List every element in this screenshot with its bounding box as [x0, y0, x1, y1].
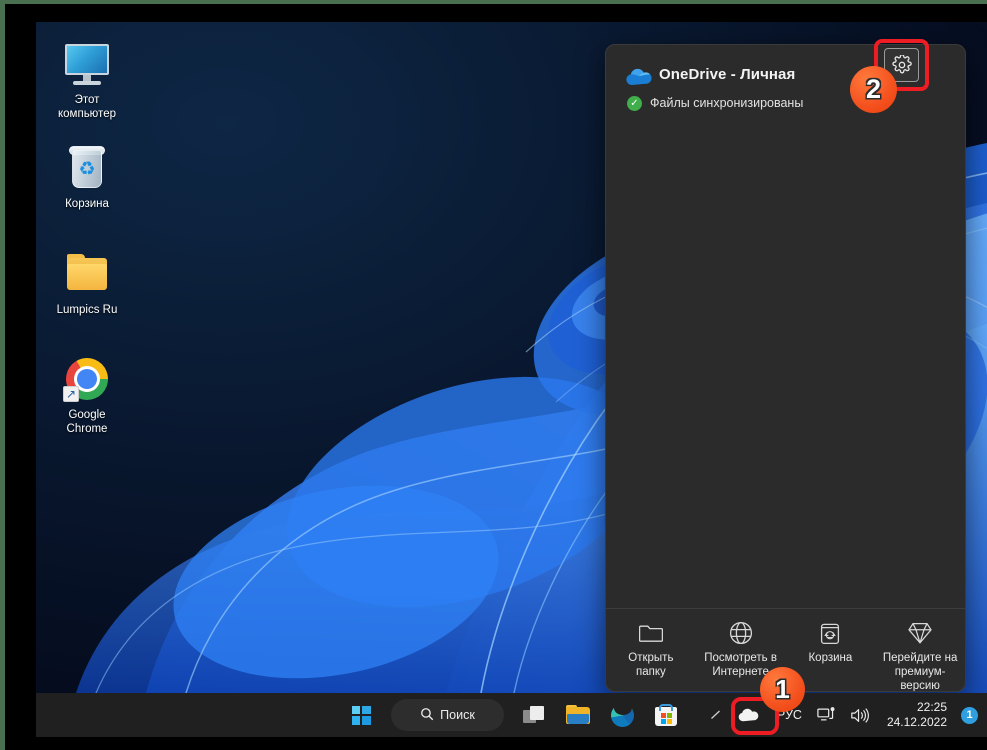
action-label-line1: Перейдите на: [882, 652, 958, 664]
clock-time: 22:25: [916, 700, 947, 714]
onedrive-account-title: OneDrive - Личная: [659, 66, 796, 83]
task-view-icon: [523, 706, 545, 724]
onedrive-flyout-panel[interactable]: OneDrive - Личная ✓ Файлы синхронизирова…: [605, 44, 966, 692]
notification-count-badge: 1: [961, 706, 978, 724]
desktop-icon-google-chrome[interactable]: ↗ Google Chrome: [44, 355, 130, 436]
search-icon: [420, 707, 434, 724]
taskbar-center-group: Поиск: [339, 693, 688, 737]
action-label-line1: Открыть: [628, 652, 674, 664]
microsoft-store-button[interactable]: [644, 695, 688, 735]
desktop-icon-label: Google: [68, 409, 106, 421]
globe-icon: [698, 621, 784, 647]
step-marker-2: 2: [850, 66, 897, 113]
windows-logo-icon: [351, 705, 371, 725]
action-label-line2: премиум-: [894, 666, 946, 678]
chevron-up-icon: [710, 710, 720, 719]
task-view-button[interactable]: [512, 695, 556, 735]
file-explorer-button[interactable]: [556, 695, 600, 735]
desktop[interactable]: Этот компьютер ♻ Корзина Lumpics Ru ↗ Go…: [36, 22, 987, 693]
onedrive-activity-list: [606, 141, 965, 610]
search-button[interactable]: Поиск: [391, 699, 504, 731]
taskbar[interactable]: Поиск РУС 22:25 24.12.2022 1: [36, 693, 987, 737]
store-icon: [655, 704, 677, 726]
desktop-icon-label: Этот: [74, 94, 100, 106]
green-check-icon: ✓: [627, 96, 642, 111]
desktop-icon-this-pc[interactable]: Этот компьютер: [44, 40, 130, 121]
step-marker-1: 1: [760, 667, 805, 712]
monitor-icon: [63, 40, 111, 88]
desktop-icon-recycle-bin[interactable]: ♻ Корзина: [44, 144, 130, 211]
folder-outline-icon: [608, 621, 694, 647]
screenshot-frame: Этот компьютер ♻ Корзина Lumpics Ru ↗ Go…: [0, 0, 987, 750]
folder-icon: [63, 250, 111, 298]
desktop-icon-lumpics-folder[interactable]: Lumpics Ru: [44, 250, 130, 317]
action-label-line1: Корзина: [808, 652, 853, 664]
desktop-icon-label: Lumpics Ru: [56, 304, 118, 316]
diamond-icon: [877, 621, 963, 647]
tray-volume-button[interactable]: [843, 697, 877, 733]
onedrive-go-premium-button[interactable]: Перейдите на премиум- версию: [877, 621, 963, 692]
notification-center-button[interactable]: 1: [955, 697, 984, 733]
recycle-bin-icon: ♻: [63, 144, 111, 192]
trash-recycle-icon: [787, 621, 873, 647]
action-label-line1: Посмотреть в: [704, 652, 777, 664]
tray-network-button[interactable]: [810, 697, 843, 733]
clock-date: 24.12.2022: [886, 715, 947, 729]
tray-overflow-button[interactable]: [703, 697, 729, 733]
action-label-line2: Интернете: [712, 666, 769, 678]
onedrive-status-text: Файлы синхронизированы: [650, 96, 804, 110]
desktop-icon-label: Корзина: [65, 198, 109, 210]
onedrive-recycle-bin-button[interactable]: Корзина: [787, 621, 873, 665]
clock-button[interactable]: 22:25 24.12.2022: [877, 700, 955, 730]
shortcut-arrow-icon: ↗: [63, 386, 79, 402]
volume-icon: [851, 707, 869, 723]
file-explorer-icon: [566, 705, 590, 725]
microsoft-edge-button[interactable]: [600, 695, 644, 735]
search-label: Поиск: [440, 708, 475, 722]
onedrive-cloud-icon: [626, 68, 652, 86]
letterbox: Этот компьютер ♻ Корзина Lumpics Ru ↗ Go…: [5, 4, 987, 750]
edge-icon: [610, 700, 634, 727]
start-button[interactable]: [339, 695, 383, 735]
chrome-icon: ↗: [63, 355, 111, 403]
desktop-icon-label-2: компьютер: [58, 108, 116, 120]
action-label-line2: папку: [635, 666, 666, 678]
action-label-line3: версию: [900, 680, 940, 692]
desktop-icon-label-2: Chrome: [66, 423, 108, 435]
onedrive-open-folder-button[interactable]: Открыть папку: [608, 621, 694, 679]
network-icon: [817, 706, 835, 720]
